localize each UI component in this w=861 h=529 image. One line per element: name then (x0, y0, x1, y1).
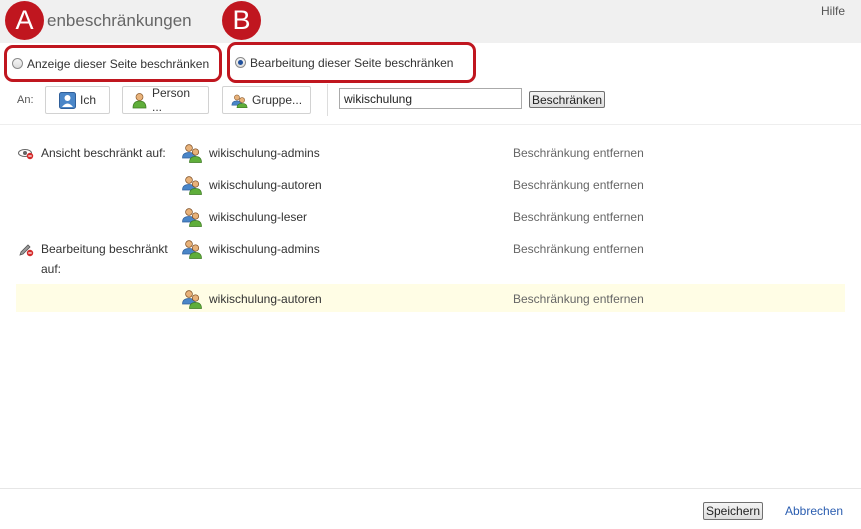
group-search-input[interactable] (339, 88, 522, 109)
restricted-group-name: wikischulung-admins (209, 146, 320, 160)
callout-marker-b: B (222, 1, 261, 40)
view-restriction-label: Anzeige dieser Seite beschränken (27, 56, 210, 71)
group-icon (181, 143, 203, 163)
remove-restriction-link[interactable]: Beschränkung entfernen (513, 178, 644, 192)
me-button-label: Ich (80, 93, 97, 107)
person-button-label: Person ... (152, 86, 191, 114)
view-restriction-radio[interactable] (12, 58, 23, 69)
user-card-icon (59, 91, 76, 109)
group-icon (181, 239, 203, 259)
restricted-group-name: wikischulung-autoren (209, 178, 322, 192)
group-icon (181, 175, 203, 195)
view-restricted-label: Ansicht beschränkt auf: (41, 146, 166, 160)
restricted-group-name: wikischulung-admins (209, 242, 320, 256)
restricted-group-name: wikischulung-autoren (209, 292, 322, 306)
edit-restricted-label: Bearbeitung beschränkt auf: (41, 242, 168, 276)
save-button[interactable]: Speichern (703, 502, 764, 520)
edit-restriction-option[interactable]: Bearbeitung dieser Seite beschränken (227, 42, 476, 83)
group-button-label: Gruppe... (252, 93, 303, 107)
table-row-highlight (16, 284, 845, 312)
me-button[interactable]: Ich (45, 86, 110, 114)
footer-divider (0, 488, 861, 489)
view-restricted-icon (18, 149, 34, 160)
restricted-group-name: wikischulung-leser (209, 210, 308, 224)
group-button[interactable]: Gruppe... (222, 86, 311, 114)
cancel-link[interactable]: Abbrechen (785, 504, 843, 518)
dialog-title: enbeschränkungen (47, 11, 192, 30)
edit-restricted-icon (19, 244, 34, 257)
to-label: An: (17, 94, 34, 106)
callout-marker-a: A (5, 1, 44, 40)
remove-restriction-link[interactable]: Beschränkung entfernen (513, 292, 644, 306)
person-icon (132, 92, 147, 108)
edit-restriction-radio[interactable] (235, 57, 246, 68)
view-restriction-option[interactable]: Anzeige dieser Seite beschränken (4, 45, 222, 82)
help-link[interactable]: Hilfe (821, 4, 845, 18)
group-icon (231, 94, 248, 108)
remove-restriction-link[interactable]: Beschränkung entfernen (513, 146, 644, 160)
group-icon (181, 207, 203, 227)
remove-restriction-link[interactable]: Beschränkung entfernen (513, 242, 644, 256)
edit-restriction-label: Bearbeitung dieser Seite beschränken (250, 55, 454, 70)
restrict-button[interactable]: Beschränken (529, 91, 606, 108)
dialog-header: enbeschränkungen Hilfe (0, 0, 861, 43)
person-button[interactable]: Person ... (122, 86, 209, 114)
toolbar-divider (327, 84, 328, 116)
remove-restriction-link[interactable]: Beschränkung entfernen (513, 210, 644, 224)
group-icon (181, 289, 203, 309)
section-divider (0, 124, 861, 125)
